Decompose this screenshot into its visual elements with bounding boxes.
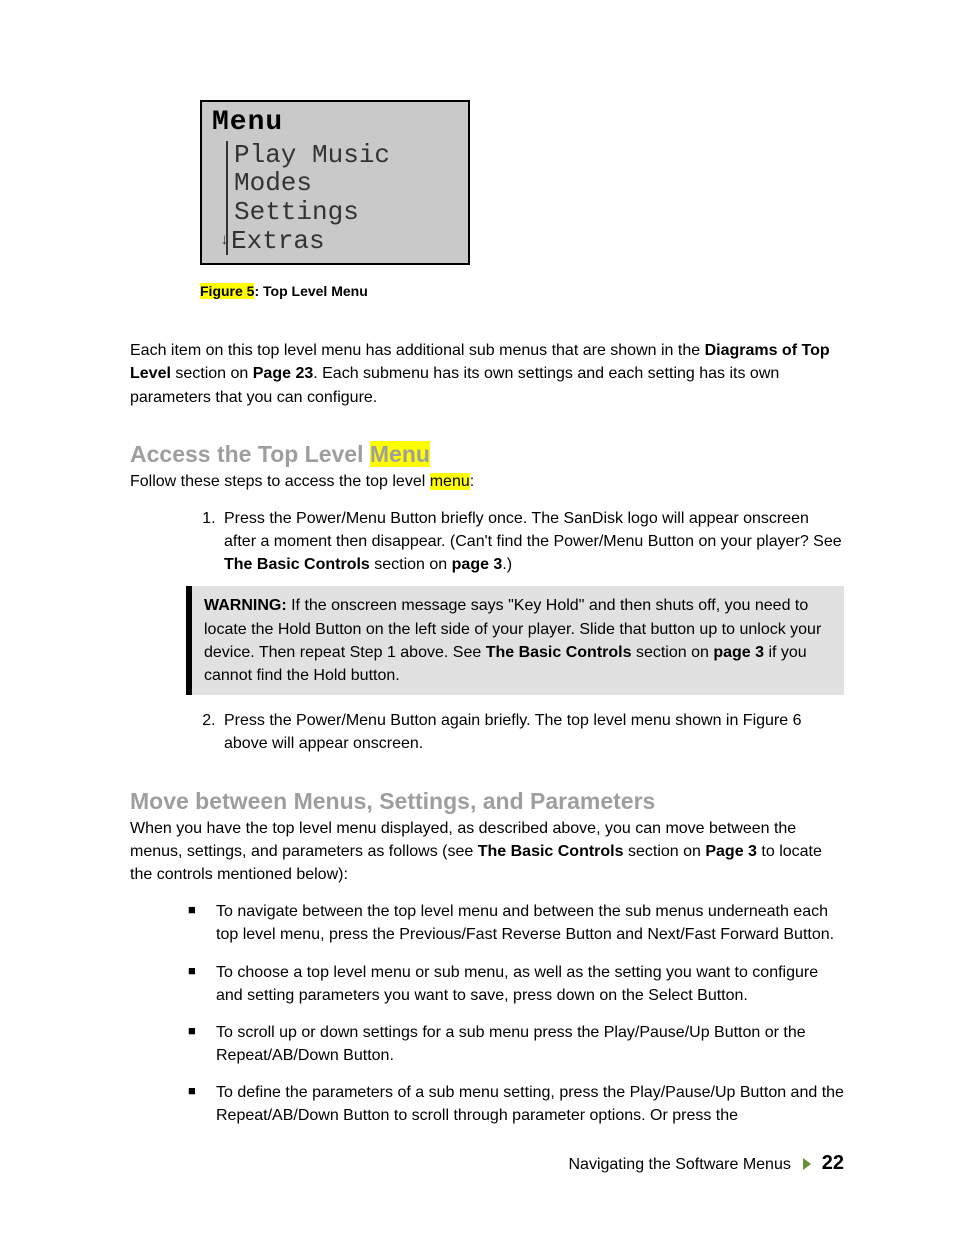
page-number: 22 (822, 1152, 844, 1174)
list-item: To define the parameters of a sub menu s… (188, 1081, 844, 1127)
footer-text: Navigating the Software Menus (569, 1156, 791, 1173)
step-item: Press the Power/Menu Button again briefl… (220, 709, 844, 755)
device-menu-item: Settings (230, 198, 458, 227)
device-menu-title: Menu (212, 108, 458, 139)
section-lead: When you have the top level menu display… (130, 817, 844, 887)
device-menu-item-label: Extras (231, 227, 325, 256)
figure-label: Figure 5 (200, 283, 254, 299)
intro-paragraph: Each item on this top level menu has add… (130, 339, 844, 409)
device-menu-items: Play Music Modes Settings ↓ Extras (226, 141, 458, 255)
device-menu-item: ↓ Extras (230, 227, 458, 256)
list-item: To choose a top level menu or sub menu, … (188, 961, 844, 1007)
section-heading-move: Move between Menus, Settings, and Parame… (130, 788, 844, 815)
list-item: To scroll up or down settings for a sub … (188, 1021, 844, 1067)
step-item: Press the Power/Menu Button briefly once… (220, 507, 844, 577)
steps-list-cont: Press the Power/Menu Button again briefl… (130, 709, 844, 755)
page-footer: Navigating the Software Menus 22 (569, 1152, 845, 1175)
section-heading-access: Access the Top Level Menu (130, 441, 844, 468)
steps-list: Press the Power/Menu Button briefly once… (130, 507, 844, 577)
down-arrow-icon: ↓ (220, 233, 229, 250)
warning-box: WARNING: If the onscreen message says "K… (186, 586, 844, 695)
figure-caption-text: : Top Level Menu (254, 283, 367, 299)
list-item: To navigate between the top level menu a… (188, 900, 844, 946)
page: Menu Play Music Modes Settings ↓ Extras … (0, 0, 954, 1235)
chevron-right-icon (803, 1158, 811, 1170)
device-menu-item: Modes (230, 169, 458, 198)
bullet-list: To navigate between the top level menu a… (130, 900, 844, 1128)
device-menu-figure: Menu Play Music Modes Settings ↓ Extras (200, 100, 470, 265)
device-menu-item: Play Music (230, 141, 458, 170)
section-lead: Follow these steps to access the top lev… (130, 470, 844, 493)
figure-caption: Figure 5: Top Level Menu (200, 283, 844, 299)
